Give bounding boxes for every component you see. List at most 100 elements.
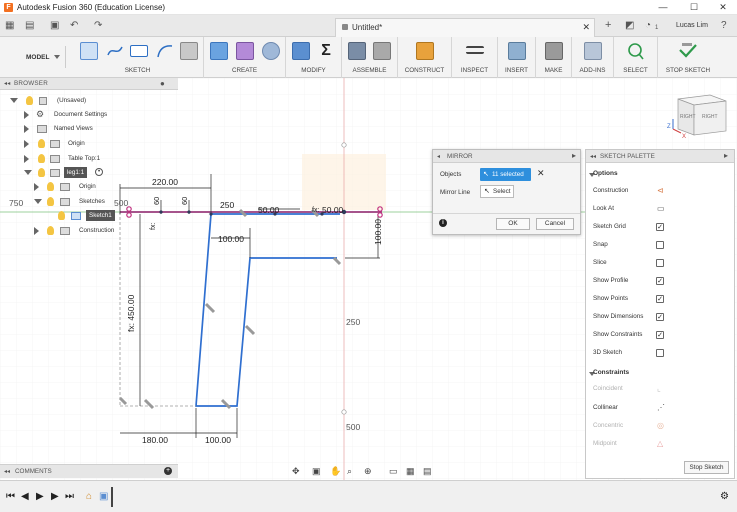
dim-450[interactable]: fx: 450.00: [126, 294, 136, 332]
browser-item-document-settings[interactable]: ⚙ Document Settings: [0, 109, 178, 121]
rectangle-icon[interactable]: [130, 45, 148, 57]
stop-sketch-button[interactable]: Stop Sketch: [684, 461, 729, 474]
timeline-settings-icon[interactable]: ⚙: [720, 492, 729, 502]
display-settings-icon[interactable]: ▭: [389, 465, 398, 477]
user-name[interactable]: Lucas Lim: [676, 22, 708, 29]
insert-group[interactable]: INSERT: [498, 37, 536, 78]
dim-50-b[interactable]: 50.00: [322, 205, 344, 215]
new-tab-button[interactable]: +: [605, 19, 611, 31]
expand-icon[interactable]: [24, 140, 29, 148]
step-forward-icon[interactable]: ▶: [51, 492, 59, 502]
play-icon[interactable]: ▶: [36, 492, 44, 502]
browser-item-named-views[interactable]: Named Views: [0, 123, 178, 135]
browser-header[interactable]: ◂◂ BROWSER ●: [0, 78, 178, 90]
expand-icon[interactable]: [34, 183, 39, 191]
constraint-collinear[interactable]: Collinear ⋰: [586, 401, 734, 415]
option-construction[interactable]: Construction ⊲: [586, 184, 734, 198]
extrude-icon[interactable]: [210, 42, 228, 60]
expand-icon[interactable]: [34, 199, 42, 204]
expand-icon[interactable]: [34, 227, 39, 235]
expand-icon[interactable]: [24, 125, 29, 133]
checkbox-icon[interactable]: ✓: [656, 277, 664, 285]
browser-item-leg[interactable]: leg1:1 •: [0, 167, 178, 179]
sketch-group[interactable]: SKETCH: [72, 37, 204, 78]
arc-icon[interactable]: [156, 43, 174, 59]
save-icon[interactable]: ▣: [50, 20, 59, 32]
construct-group[interactable]: CONSTRUCT: [398, 37, 452, 78]
create-group[interactable]: CREATE: [204, 37, 286, 78]
stop-sketch-icon[interactable]: [678, 42, 698, 60]
redo-icon[interactable]: ↷: [94, 20, 102, 32]
browser-item-construction[interactable]: Construction: [0, 225, 178, 237]
go-to-start-icon[interactable]: ⏮: [6, 492, 15, 502]
option-show-points[interactable]: Show Points ✓: [586, 292, 734, 306]
visibility-bulb-icon[interactable]: [38, 154, 45, 163]
checkbox-icon[interactable]: [656, 259, 664, 267]
close-button[interactable]: ✕: [711, 1, 735, 14]
select-group[interactable]: SELECT: [614, 37, 658, 78]
component-timeline-icon[interactable]: ⌂: [86, 492, 92, 502]
pan-icon[interactable]: ✋: [330, 465, 341, 477]
construction-line-icon[interactable]: ⊲: [657, 187, 664, 195]
browser-item-origin[interactable]: Origin: [0, 138, 178, 150]
constraints-section-header[interactable]: Constraints: [593, 369, 629, 376]
add-comment-icon[interactable]: +: [164, 467, 172, 475]
look-at-icon[interactable]: ▭: [657, 205, 665, 213]
browser-item-root[interactable]: (Unsaved): [0, 95, 178, 107]
dialog-menu-icon[interactable]: ▸: [572, 151, 576, 160]
zoom-icon[interactable]: ⌕: [347, 465, 352, 477]
checkbox-icon[interactable]: ✓: [656, 295, 664, 303]
plane-icon[interactable]: [416, 42, 434, 60]
visibility-bulb-icon[interactable]: [38, 139, 45, 148]
minimize-button[interactable]: —: [651, 1, 675, 14]
revolve-icon[interactable]: [262, 42, 280, 60]
dim-50-a[interactable]: 50.00: [258, 205, 280, 215]
dim-100-right[interactable]: 100.00: [373, 219, 383, 245]
assemble-group[interactable]: ASSEMBLE: [342, 37, 398, 78]
browser-item-sketch1[interactable]: Sketch1: [0, 210, 178, 222]
info-icon[interactable]: i: [439, 219, 447, 227]
dim-60-b[interactable]: 60: [180, 197, 189, 205]
dim-100-bottom[interactable]: 100.00: [205, 435, 231, 445]
browser-item-table-top[interactable]: Table Top:1: [0, 153, 178, 165]
option-snap[interactable]: Snap: [586, 238, 734, 252]
step-back-icon[interactable]: ◀: [21, 492, 29, 502]
comments-panel[interactable]: ◂◂ COMMENTS +: [0, 464, 178, 478]
constraint-midpoint[interactable]: Midpoint △: [586, 437, 734, 451]
ok-button[interactable]: OK: [496, 218, 530, 230]
visibility-bulb-icon[interactable]: [38, 168, 45, 177]
collapse-dialog-icon[interactable]: ◂: [437, 153, 440, 160]
sketch-timeline-icon[interactable]: ▣: [99, 492, 108, 502]
expand-icon[interactable]: [24, 155, 29, 163]
apps-grid-icon[interactable]: ▦: [5, 20, 14, 32]
modify-group[interactable]: Σ MODIFY: [286, 37, 342, 78]
option-look-at[interactable]: Look At ▭: [586, 202, 734, 216]
expand-icon[interactable]: [24, 111, 29, 119]
undo-icon[interactable]: ↶: [70, 20, 78, 32]
collapse-comments-icon[interactable]: ◂◂: [4, 468, 10, 475]
mirror-line-selection-button[interactable]: ↖ Select: [480, 185, 514, 198]
insert-image-icon[interactable]: [508, 42, 526, 60]
document-tab[interactable]: Untitled* ✕: [335, 18, 595, 37]
checkbox-icon[interactable]: [656, 241, 664, 249]
checkbox-icon[interactable]: [656, 349, 664, 357]
browser-item-leg-origin[interactable]: Origin: [0, 181, 178, 193]
help-icon[interactable]: ?: [721, 20, 727, 32]
cancel-button[interactable]: Cancel: [536, 218, 574, 230]
expand-icon[interactable]: [24, 170, 32, 175]
visibility-bulb-icon[interactable]: [26, 96, 33, 105]
visibility-bulb-icon[interactable]: [47, 182, 54, 191]
sketch-palette-header[interactable]: ◂◂ SKETCH PALETTE ▸: [586, 150, 734, 163]
expand-icon[interactable]: [10, 98, 18, 103]
measure-icon[interactable]: [466, 46, 484, 54]
stop-sketch-group[interactable]: STOP SKETCH: [658, 37, 718, 78]
job-status-icon[interactable]: ◔: [645, 20, 651, 32]
option-slice[interactable]: Slice: [586, 256, 734, 270]
make-group[interactable]: MAKE: [536, 37, 572, 78]
select-icon[interactable]: [627, 42, 645, 60]
activate-radio-icon[interactable]: •: [95, 168, 103, 176]
checkbox-icon[interactable]: ✓: [656, 331, 664, 339]
line-icon[interactable]: [106, 43, 124, 59]
sigma-icon[interactable]: Σ: [317, 42, 335, 60]
3d-print-icon[interactable]: [545, 42, 563, 60]
